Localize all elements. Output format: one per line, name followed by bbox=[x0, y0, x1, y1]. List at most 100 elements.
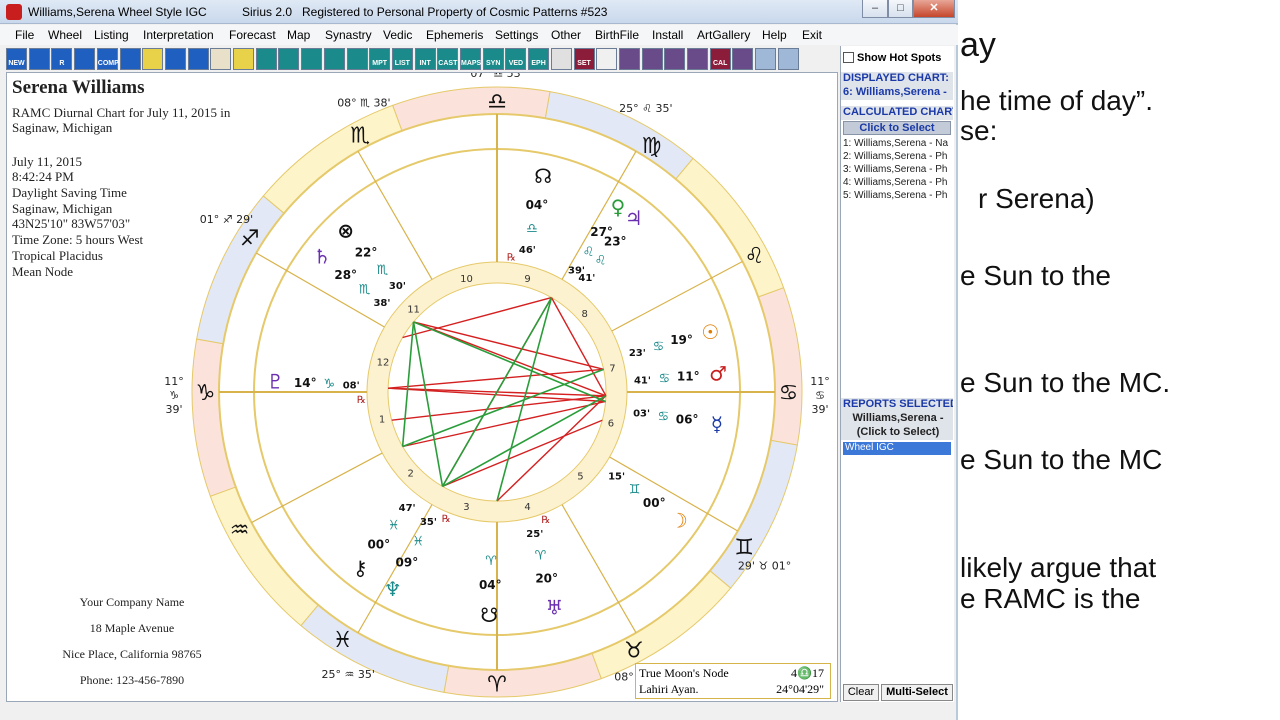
calculated-charts-select[interactable]: Click to Select bbox=[843, 121, 951, 135]
chart-list-item[interactable]: 2: Williams,Serena - Ph bbox=[843, 151, 953, 162]
toolbar-button[interactable]: CAST bbox=[437, 48, 459, 70]
toolbar-button[interactable] bbox=[301, 48, 323, 70]
slide-line: e RAMC is the bbox=[960, 583, 1141, 614]
toolbar-button[interactable] bbox=[187, 48, 209, 70]
house-number: 5 bbox=[577, 471, 583, 482]
planet-degree: 04° bbox=[479, 578, 502, 592]
planet-glyph: ♃ bbox=[625, 206, 643, 230]
menu-forecast[interactable]: Forecast bbox=[229, 28, 276, 42]
slide-line: ay bbox=[960, 26, 996, 64]
menu-exit[interactable]: Exit bbox=[802, 28, 822, 42]
planet-sign: ♈ bbox=[535, 548, 547, 563]
toolbar-button[interactable] bbox=[142, 48, 164, 70]
clear-button[interactable]: Clear bbox=[843, 684, 879, 701]
toolbar-button[interactable]: COMP bbox=[96, 48, 119, 70]
planet-glyph: ♄ bbox=[313, 244, 331, 268]
cusp-label: 01° ♐ 29' bbox=[200, 213, 253, 226]
zodiac-sign-glyph: ♒ bbox=[230, 518, 250, 543]
house-number: 1 bbox=[379, 415, 385, 426]
toolbar-button[interactable]: MPT bbox=[369, 48, 391, 70]
toolbar-button[interactable]: SET bbox=[573, 48, 595, 70]
toolbar-button[interactable] bbox=[618, 48, 640, 70]
toolbar-button[interactable] bbox=[278, 48, 300, 70]
toolbar-button[interactable]: EPH bbox=[528, 48, 550, 70]
chart-list-item[interactable]: 1: Williams,Serena - Na bbox=[843, 138, 953, 149]
toolbar-button[interactable] bbox=[164, 48, 186, 70]
toolbar-button[interactable] bbox=[210, 48, 232, 70]
planet-minute: 46' bbox=[519, 245, 536, 256]
menu-artgallery[interactable]: ArtGallery bbox=[697, 28, 750, 42]
menu-vedic[interactable]: Vedic bbox=[383, 28, 412, 42]
slide-line: e Sun to the MC. bbox=[960, 367, 1171, 398]
chart-wheel: 123456789101112♑♐♏♎♍♌♋♊♉♈♓♒07° ♎ 53'07° … bbox=[164, 73, 830, 698]
planet-sign: ♋ bbox=[659, 371, 671, 386]
toolbar-button[interactable] bbox=[119, 48, 141, 70]
cusp-label: ♋ bbox=[815, 389, 825, 402]
hot-spots-toggle[interactable]: Show Hot Spots bbox=[841, 50, 953, 68]
node-label: True Moon's Node bbox=[639, 666, 729, 680]
menu-help[interactable]: Help bbox=[762, 28, 787, 42]
toolbar-button[interactable] bbox=[550, 48, 572, 70]
planet-sign: ♎ bbox=[526, 222, 538, 237]
toolbar-button[interactable]: VED bbox=[505, 48, 527, 70]
maximize-button[interactable]: □ bbox=[888, 0, 913, 18]
toolbar-button[interactable] bbox=[233, 48, 254, 70]
toolbar-button[interactable] bbox=[28, 48, 50, 70]
toolbar-button[interactable] bbox=[255, 48, 277, 70]
chart-list-item[interactable]: 4: Williams,Serena - Ph bbox=[843, 177, 953, 188]
node-ayanamsa-box: True Moon's Node 4♎17 Lahiri Ayan. 24°04… bbox=[635, 663, 831, 699]
multi-select-button[interactable]: Multi-Select bbox=[881, 684, 953, 701]
close-button[interactable]: ✕ bbox=[913, 0, 955, 18]
menu-wheel[interactable]: Wheel bbox=[48, 28, 82, 42]
chart-list-item[interactable]: 5: Williams,Serena - Ph bbox=[843, 190, 953, 201]
slide-line: he time of day”. bbox=[960, 85, 1153, 116]
toolbar-button[interactable] bbox=[755, 48, 777, 70]
displayed-chart-header: DISPLAYED CHART: bbox=[841, 72, 953, 86]
minimize-button[interactable]: – bbox=[862, 0, 888, 18]
node-value: 4♎17 bbox=[791, 666, 824, 680]
toolbar-button[interactable]: CAL bbox=[709, 48, 731, 70]
hot-spots-checkbox[interactable] bbox=[843, 52, 854, 63]
toolbar-button[interactable] bbox=[641, 48, 663, 70]
toolbar-button[interactable]: MAPS bbox=[460, 48, 481, 70]
planet-degree: 11° bbox=[677, 369, 700, 383]
menu-synastry[interactable]: Synastry bbox=[325, 28, 372, 42]
reports-click-select[interactable]: (Click to Select) bbox=[841, 426, 953, 440]
menu-file[interactable]: File bbox=[15, 28, 34, 42]
zodiac-sign-glyph: ♉ bbox=[624, 638, 644, 663]
menu-install[interactable]: Install bbox=[652, 28, 683, 42]
toolbar-button[interactable] bbox=[323, 48, 345, 70]
menu-map[interactable]: Map bbox=[287, 28, 310, 42]
toolbar-button[interactable]: SYN bbox=[482, 48, 504, 70]
report-item-wheel-igc[interactable]: Wheel IGC bbox=[843, 442, 951, 455]
chart-list-item[interactable]: 3: Williams,Serena - Ph bbox=[843, 164, 953, 175]
reports-selected-value[interactable]: Williams,Serena - bbox=[841, 412, 953, 426]
toolbar-button[interactable] bbox=[664, 48, 686, 70]
menu-other[interactable]: Other bbox=[551, 28, 581, 42]
planet-glyph: ☉ bbox=[701, 320, 719, 344]
house-number: 7 bbox=[609, 363, 615, 374]
toolbar-button[interactable]: NEW bbox=[6, 48, 27, 70]
menu-listing[interactable]: Listing bbox=[94, 28, 129, 42]
toolbar-button[interactable] bbox=[732, 48, 754, 70]
app-icon bbox=[6, 4, 22, 20]
toolbar-button[interactable] bbox=[777, 48, 799, 70]
toolbar-button[interactable] bbox=[687, 48, 708, 70]
toolbar-button[interactable] bbox=[596, 48, 618, 70]
house-number: 3 bbox=[463, 502, 469, 513]
toolbar-button[interactable]: INT bbox=[414, 48, 436, 70]
planet-degree: 06° bbox=[676, 413, 699, 427]
zodiac-sign-glyph: ♓ bbox=[333, 628, 353, 653]
menu-settings[interactable]: Settings bbox=[495, 28, 538, 42]
menu-interpretation[interactable]: Interpretation bbox=[143, 28, 214, 42]
toolbar-button[interactable]: R bbox=[51, 48, 73, 70]
toolbar-button[interactable] bbox=[346, 48, 368, 70]
slide-line: se: bbox=[960, 115, 998, 146]
menu-birthfile[interactable]: BirthFile bbox=[595, 28, 639, 42]
menu-ephemeris[interactable]: Ephemeris bbox=[426, 28, 483, 42]
toolbar-button[interactable]: LIST bbox=[391, 48, 413, 70]
toolbar-button[interactable] bbox=[74, 48, 96, 70]
planet-glyph: ⚷ bbox=[353, 556, 368, 580]
displayed-chart-value[interactable]: 6: Williams,Serena - bbox=[841, 86, 953, 100]
zodiac-sign-glyph: ♑ bbox=[196, 381, 216, 406]
